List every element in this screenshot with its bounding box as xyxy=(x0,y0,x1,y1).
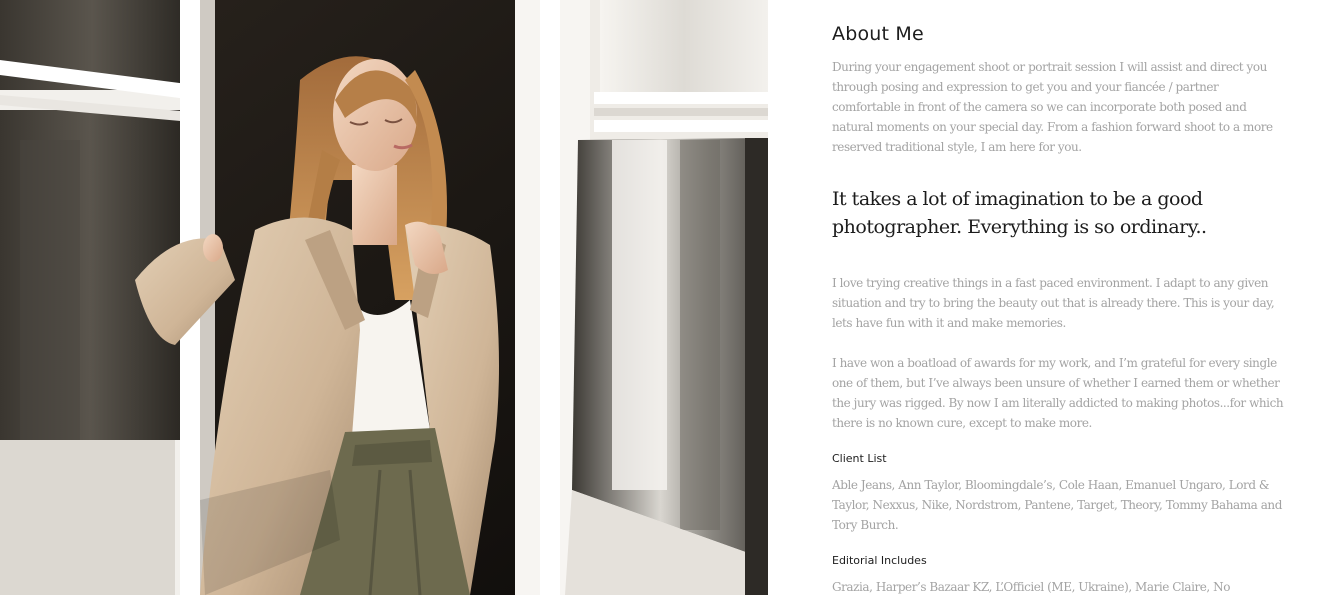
client-list-title: Client List xyxy=(832,452,887,465)
editorial-title: Editorial Includes xyxy=(832,554,927,567)
pull-quote: It takes a lot of imagination to be a go… xyxy=(832,188,1207,238)
about-content: About Me During your engagement shoot or… xyxy=(832,0,1292,595)
client-list-text: Able Jeans, Ann Taylor, Bloomingdale’s, … xyxy=(832,478,1282,532)
awards-paragraph: I have won a boatload of awards for my w… xyxy=(832,356,1284,430)
creative-paragraph: I love trying creative things in a fast … xyxy=(832,276,1275,330)
portrait-photo xyxy=(0,0,768,595)
about-page: About Me During your engagement shoot or… xyxy=(0,0,1330,595)
editorial-text: Grazia, Harper’s Bazaar KZ, L’Officiel (… xyxy=(832,580,1230,594)
about-title: About Me xyxy=(832,23,924,45)
intro-paragraph: During your engagement shoot or portrait… xyxy=(832,60,1273,154)
right-window xyxy=(515,0,768,595)
